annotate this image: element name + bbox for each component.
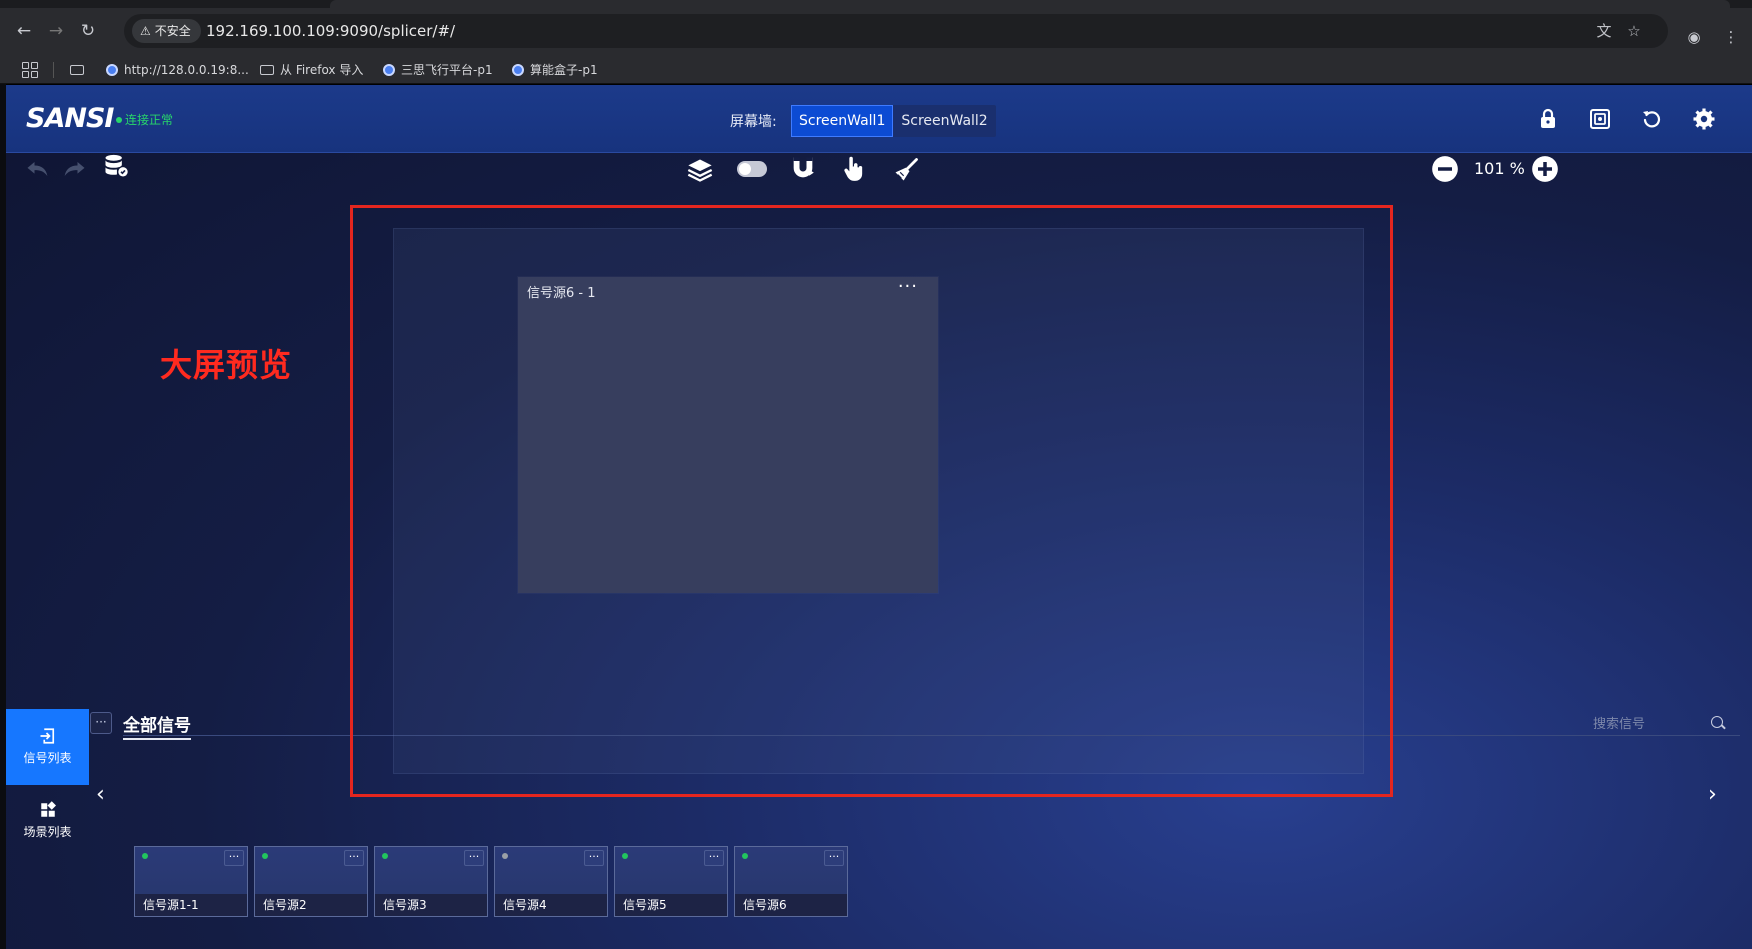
menu-kebab-icon[interactable]: ⋮: [1720, 26, 1742, 48]
screen-capture-icon[interactable]: [1588, 107, 1612, 131]
card-more-button[interactable]: ···: [704, 850, 724, 866]
signal-window-title: 信号源6 - 1: [527, 286, 596, 301]
security-label: 不安全: [154, 24, 191, 38]
signal-cards: ··· 信号源1-1 ··· 信号源2 ··· 信号源3 ··· 信号源4 ··…: [134, 846, 848, 917]
signal-label: 信号源4: [495, 894, 607, 916]
folder-icon: [70, 65, 84, 75]
magnet-icon[interactable]: [789, 154, 817, 182]
tab-strip: [0, 0, 1752, 8]
bookmark-star-icon[interactable]: ☆: [1624, 21, 1644, 41]
browser-toolbar: ← → ↻ ⚠ 不安全 192.169.100.109:9090/splicer/…: [0, 8, 1752, 54]
broom-icon[interactable]: [892, 156, 920, 184]
zoom-in-icon[interactable]: [1531, 155, 1559, 183]
card-more-button[interactable]: ···: [824, 850, 844, 866]
tab-screenwall1[interactable]: ScreenWall1: [791, 105, 894, 137]
translate-icon[interactable]: 文: [1594, 21, 1614, 41]
reload-icon[interactable]: ↻: [76, 19, 100, 43]
bookmarks-divider: [53, 62, 54, 78]
card-more-button[interactable]: ···: [224, 850, 244, 866]
status-dot: [622, 853, 628, 859]
bookmark-label: http://128.0.0.19:8...: [124, 63, 249, 77]
settings-icon[interactable]: [1692, 107, 1716, 131]
signal-input-icon: [40, 728, 54, 744]
app-header: SANSI 连接正常 屏幕墙: ScreenWall1 ScreenWall2: [6, 85, 1752, 153]
security-chip[interactable]: ⚠ 不安全: [132, 19, 201, 43]
toggle-switch[interactable]: [737, 161, 767, 177]
site-icon: [383, 64, 395, 76]
sidebar-item-label: 信号列表: [23, 751, 72, 765]
signal-card[interactable]: ··· 信号源1-1: [134, 846, 248, 917]
forward-icon[interactable]: →: [44, 19, 68, 43]
bookmark-item[interactable]: 算能盒子-p1: [512, 60, 598, 80]
site-icon: [512, 64, 524, 76]
status-dot: [382, 853, 388, 859]
apps-grid-icon[interactable]: [22, 62, 38, 78]
signal-card[interactable]: ··· 信号源5: [614, 846, 728, 917]
connection-label: 连接正常: [125, 113, 174, 127]
status-dot: [262, 853, 268, 859]
back-icon[interactable]: ←: [12, 19, 36, 43]
bookmarks-bar: http://128.0.0.19:8... 从 Firefox 导入 三思飞行…: [0, 54, 1752, 84]
toggle-knob: [739, 163, 751, 175]
signal-label: 信号源2: [255, 894, 367, 916]
bookmark-label: 算能盒子-p1: [530, 63, 598, 77]
card-more-button[interactable]: ···: [344, 850, 364, 866]
hand-pointer-icon[interactable]: [840, 155, 868, 183]
refresh-icon[interactable]: [1640, 107, 1664, 131]
status-dot: [502, 853, 508, 859]
status-dot: [142, 853, 148, 859]
address-bar[interactable]: ⚠ 不安全 192.169.100.109:9090/splicer/#/ 文 ☆: [124, 14, 1668, 48]
signal-label: 信号源6: [735, 894, 847, 916]
profile-icon[interactable]: ◉: [1683, 26, 1705, 48]
bookmark-item[interactable]: http://128.0.0.19:8...: [106, 60, 249, 80]
signal-more-button[interactable]: ···: [90, 712, 112, 734]
status-dot: [116, 117, 122, 123]
database-icon[interactable]: [102, 152, 130, 180]
annotation-label: 大屏预览: [160, 346, 293, 384]
lock-icon[interactable]: [1536, 107, 1560, 131]
active-tab[interactable]: [330, 0, 1730, 8]
bookmark-folder[interactable]: [70, 60, 90, 80]
signal-window[interactable]: 信号源6 - 1 ···: [518, 277, 938, 593]
url-text[interactable]: 192.169.100.109:9090/splicer/#/: [206, 14, 455, 48]
zoom-out-icon[interactable]: [1431, 155, 1459, 183]
signal-label: 信号源5: [615, 894, 727, 916]
signal-window-menu[interactable]: ···: [898, 277, 918, 297]
search-icon[interactable]: [1711, 716, 1723, 728]
sidebar-item-scene-list[interactable]: 场景列表: [6, 783, 89, 859]
bookmark-label: 三思飞行平台-p1: [401, 63, 493, 77]
logo: SANSI: [26, 103, 114, 134]
layers-icon[interactable]: [686, 156, 714, 184]
zoom-level: 101 %: [1474, 159, 1525, 178]
screen-wall-tabs: ScreenWall1 ScreenWall2: [791, 105, 996, 137]
signal-card[interactable]: ··· 信号源3: [374, 846, 488, 917]
folder-icon: [260, 65, 274, 75]
connection-status: 连接正常: [116, 111, 173, 128]
signal-card[interactable]: ··· 信号源2: [254, 846, 368, 917]
bookmark-label: 从 Firefox 导入: [280, 63, 364, 77]
site-icon: [106, 64, 118, 76]
redo-icon[interactable]: [60, 155, 88, 183]
signal-label: 信号源3: [375, 894, 487, 916]
chevron-left-icon[interactable]: ‹: [96, 782, 105, 807]
tab-screenwall2[interactable]: ScreenWall2: [893, 105, 995, 137]
signal-card[interactable]: ··· 信号源6: [734, 846, 848, 917]
card-more-button[interactable]: ···: [584, 850, 604, 866]
chevron-right-icon[interactable]: ›: [1708, 782, 1717, 807]
screen-wall-label: 屏幕墙:: [730, 114, 777, 130]
signal-label: 信号源1-1: [135, 894, 247, 916]
sidebar-item-label: 场景列表: [23, 825, 72, 839]
status-dot: [742, 853, 748, 859]
sidebar-item-signal-list[interactable]: 信号列表: [6, 709, 89, 785]
scene-grid-icon: [40, 801, 56, 817]
signal-card[interactable]: ··· 信号源4: [494, 846, 608, 917]
bookmark-item[interactable]: 三思飞行平台-p1: [383, 60, 493, 80]
card-more-button[interactable]: ···: [464, 850, 484, 866]
undo-icon[interactable]: [24, 155, 52, 183]
bookmark-item[interactable]: 从 Firefox 导入: [260, 60, 363, 80]
warning-icon: ⚠: [140, 24, 151, 38]
